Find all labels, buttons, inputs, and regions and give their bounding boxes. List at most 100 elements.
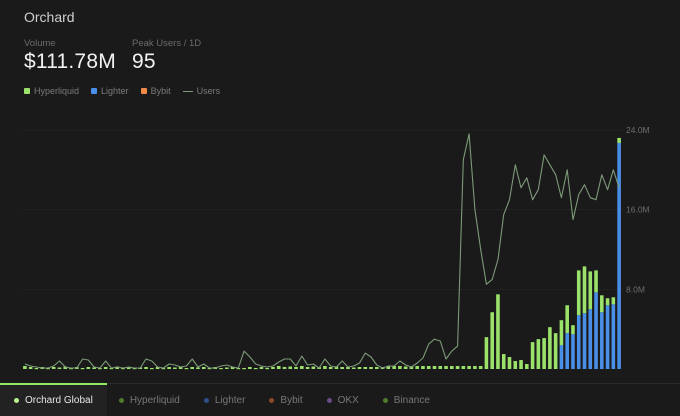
tab-binance[interactable]: Binance — [371, 384, 442, 416]
bar-hyperliquid[interactable] — [51, 367, 56, 369]
bar-hyperliquid[interactable] — [225, 367, 229, 369]
bar-hyperliquid[interactable] — [103, 367, 108, 369]
bar-hyperliquid[interactable] — [340, 367, 344, 369]
bar-hyperliquid[interactable] — [519, 360, 523, 369]
bar-hyperliquid[interactable] — [80, 368, 85, 370]
bar-hyperliquid[interactable] — [605, 298, 610, 306]
bar-hyperliquid[interactable] — [28, 367, 33, 369]
bar-lighter[interactable] — [600, 312, 604, 369]
bar-hyperliquid[interactable] — [369, 367, 373, 369]
bar-hyperliquid[interactable] — [496, 294, 500, 369]
bar-hyperliquid[interactable] — [525, 364, 529, 369]
bar-hyperliquid[interactable] — [582, 266, 587, 314]
bar-lighter[interactable] — [605, 305, 610, 369]
bar-hyperliquid[interactable] — [594, 270, 598, 293]
bar-hyperliquid[interactable] — [548, 327, 552, 369]
bar-hyperliquid[interactable] — [398, 366, 402, 369]
bar-hyperliquid[interactable] — [276, 366, 281, 369]
bar-hyperliquid[interactable] — [363, 367, 368, 369]
tab-okx[interactable]: OKX — [315, 384, 371, 416]
bar-hyperliquid[interactable] — [490, 312, 494, 369]
bar-hyperliquid[interactable] — [375, 367, 379, 369]
bar-hyperliquid[interactable] — [415, 366, 419, 369]
bar-hyperliquid[interactable] — [86, 367, 91, 369]
bar-hyperliquid[interactable] — [484, 337, 489, 369]
bar-hyperliquid[interactable] — [167, 367, 171, 369]
bar-hyperliquid[interactable] — [403, 366, 408, 369]
bar-hyperliquid[interactable] — [553, 333, 558, 369]
bar-hyperliquid[interactable] — [455, 366, 460, 369]
bar-hyperliquid[interactable] — [196, 367, 200, 369]
legend-item-bybit[interactable]: Bybit — [140, 86, 171, 96]
bar-hyperliquid[interactable] — [201, 367, 206, 369]
bar-hyperliquid[interactable] — [150, 368, 154, 370]
bar-hyperliquid[interactable] — [559, 320, 564, 346]
bar-hyperliquid[interactable] — [300, 366, 304, 369]
bar-hyperliquid[interactable] — [438, 366, 443, 369]
bar-hyperliquid[interactable] — [265, 368, 269, 370]
bar-hyperliquid[interactable] — [57, 367, 62, 369]
tab-lighter[interactable]: Lighter — [192, 384, 258, 416]
bar-hyperliquid[interactable] — [294, 367, 298, 369]
bar-hyperliquid[interactable] — [576, 270, 581, 316]
tab-hyperliquid[interactable]: Hyperliquid — [107, 384, 192, 416]
legend-item-lighter[interactable]: Lighter — [91, 86, 129, 96]
bar-hyperliquid[interactable] — [421, 366, 425, 369]
bar-lighter[interactable] — [617, 142, 621, 369]
bar-hyperliquid[interactable] — [173, 367, 177, 369]
bar-hyperliquid[interactable] — [461, 366, 466, 369]
bar-hyperliquid[interactable] — [600, 295, 604, 313]
bar-hyperliquid[interactable] — [426, 366, 431, 369]
bar-hyperliquid[interactable] — [357, 367, 362, 369]
bar-hyperliquid[interactable] — [282, 367, 287, 369]
bar-hyperliquid[interactable] — [219, 368, 223, 370]
bar-lighter[interactable] — [576, 315, 581, 369]
bar-hyperliquid[interactable] — [542, 338, 546, 369]
bar-hyperliquid[interactable] — [259, 367, 264, 369]
bar-hyperliquid[interactable] — [144, 367, 148, 369]
bar-hyperliquid[interactable] — [288, 366, 293, 369]
bar-hyperliquid[interactable] — [473, 366, 477, 369]
bar-hyperliquid[interactable] — [565, 305, 569, 334]
bar-hyperliquid[interactable] — [478, 366, 483, 369]
bar-hyperliquid[interactable] — [501, 354, 506, 369]
bar-lighter[interactable] — [565, 333, 569, 369]
bar-hyperliquid[interactable] — [588, 271, 593, 310]
bar-hyperliquid[interactable] — [536, 339, 541, 369]
bar-hyperliquid[interactable] — [34, 368, 39, 370]
chart-legend: Hyperliquid Lighter Bybit Users — [24, 86, 220, 96]
bar-hyperliquid[interactable] — [444, 366, 448, 369]
bar-hyperliquid[interactable] — [328, 367, 333, 369]
bar-hyperliquid[interactable] — [432, 366, 437, 369]
bar-hyperliquid[interactable] — [323, 366, 327, 369]
bar-hyperliquid[interactable] — [184, 368, 189, 370]
bar-hyperliquid[interactable] — [351, 367, 356, 369]
bar-hyperliquid[interactable] — [23, 366, 27, 369]
tab-orchard-global[interactable]: Orchard Global — [0, 383, 107, 416]
bar-hyperliquid[interactable] — [248, 367, 252, 369]
bar-hyperliquid[interactable] — [513, 361, 518, 369]
bar-lighter[interactable] — [571, 334, 575, 369]
legend-item-users[interactable]: Users — [182, 86, 220, 96]
bar-lighter[interactable] — [611, 304, 616, 369]
bar-hyperliquid[interactable] — [611, 297, 616, 305]
bar-hyperliquid[interactable] — [467, 366, 471, 369]
bar-lighter[interactable] — [559, 345, 564, 369]
bar-lighter[interactable] — [588, 309, 593, 369]
bar-lighter[interactable] — [582, 313, 587, 369]
bar-hyperliquid[interactable] — [253, 368, 258, 370]
legend-item-hyperliquid[interactable]: Hyperliquid — [24, 86, 79, 96]
bar-lighter[interactable] — [594, 292, 598, 369]
bar-hyperliquid[interactable] — [305, 367, 310, 369]
bar-hyperliquid[interactable] — [450, 366, 454, 369]
bar-hyperliquid[interactable] — [311, 366, 316, 369]
bar-hyperliquid[interactable] — [271, 367, 275, 369]
legend-label: Bybit — [150, 86, 171, 96]
bar-hyperliquid[interactable] — [507, 357, 512, 369]
bar-hyperliquid[interactable] — [617, 137, 621, 143]
bar-hyperliquid[interactable] — [571, 325, 575, 335]
bar-hyperliquid[interactable] — [190, 367, 194, 369]
bar-hyperliquid[interactable] — [242, 368, 246, 370]
bar-hyperliquid[interactable] — [530, 342, 535, 369]
tab-bybit[interactable]: Bybit — [257, 384, 314, 416]
